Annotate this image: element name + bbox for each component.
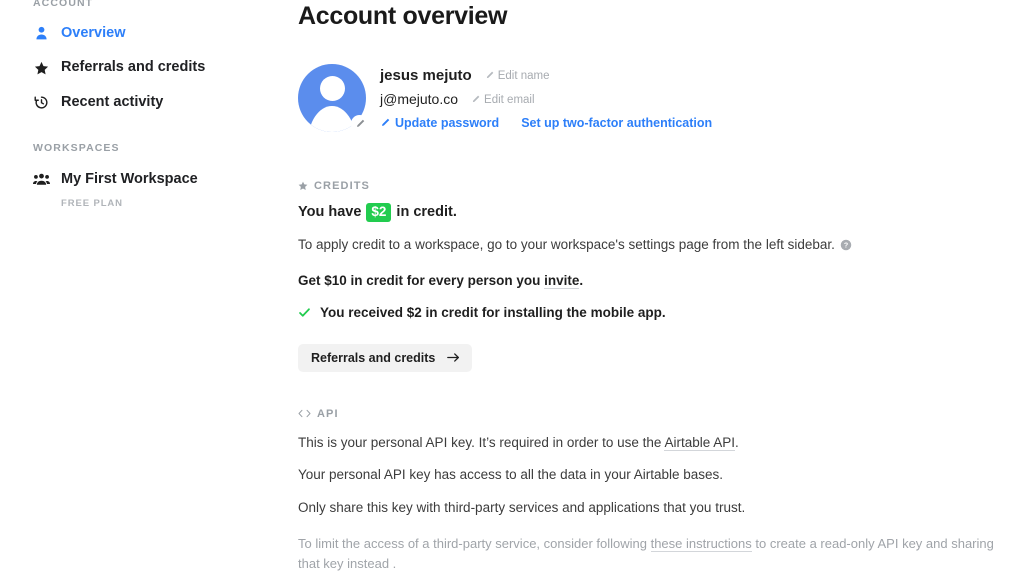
star-icon: [33, 60, 50, 77]
sidebar-item-my-first-workspace[interactable]: My First Workspace: [0, 166, 290, 193]
these-instructions-link[interactable]: these instructions: [650, 536, 752, 553]
mobile-app-credit-line: You received $2 in credit for installing…: [298, 305, 1024, 320]
api-section-header: API: [298, 408, 1024, 420]
sidebar-section-label-account: ACCOUNT: [33, 0, 94, 9]
sidebar-item-label: Recent activity: [61, 93, 164, 110]
two-factor-label: Set up two-factor authentication: [521, 116, 713, 130]
api-line-1-a: This is your personal API key. It’s requ…: [298, 434, 665, 450]
profile-block: jesus mejuto Edit name j@mejuto.co Edit …: [298, 64, 1024, 132]
page-title: Account overview: [298, 2, 508, 30]
pencil-icon: [485, 71, 494, 80]
apply-credit-note: To apply credit to a workspace, go to yo…: [298, 235, 1024, 255]
credit-balance-line: You have $2 in credit.: [298, 203, 1024, 222]
edit-name-label: Edit name: [497, 69, 550, 82]
setup-two-factor-link[interactable]: Set up two-factor authentication: [521, 116, 712, 130]
edit-email-link[interactable]: Edit email: [471, 94, 535, 106]
invite-link[interactable]: invite: [544, 273, 580, 290]
people-icon: [33, 171, 50, 188]
sidebar-item-overview[interactable]: Overview: [0, 20, 290, 47]
sidebar-item-recent-activity[interactable]: Recent activity: [0, 89, 290, 116]
edit-name-link[interactable]: Edit name: [485, 69, 550, 82]
credits-label: CREDITS: [314, 180, 370, 192]
referrals-button-label: Referrals and credits: [311, 350, 436, 365]
edit-avatar-pencil-icon[interactable]: [351, 115, 368, 132]
apply-credit-text: To apply credit to a workspace, go to yo…: [298, 236, 835, 252]
update-password-label: Update password: [395, 116, 500, 130]
api-line-3: Only share this key with third-party ser…: [298, 499, 746, 515]
clock-history-icon: [33, 94, 50, 111]
user-name: jesus mejuto: [380, 67, 472, 84]
name-row: jesus mejuto Edit name: [380, 67, 712, 84]
pencil-icon: [380, 118, 390, 128]
referrals-and-credits-button[interactable]: Referrals and credits: [298, 343, 473, 372]
invite-text-a: Get $10 in credit for every person you: [298, 273, 545, 289]
api-line-2: Your personal API key has access to all …: [298, 467, 724, 483]
api-line-1: This is your personal API key. It’s requ…: [298, 433, 1024, 453]
api-line-1-b: .: [735, 434, 739, 450]
api-limit-note: To limit the access of a third-party ser…: [298, 534, 998, 573]
sidebar-item-label: Referrals and credits: [61, 59, 206, 76]
email-row: j@mejuto.co Edit email: [380, 91, 712, 107]
airtable-api-link[interactable]: Airtable API: [664, 434, 735, 451]
help-circle-icon[interactable]: ?: [840, 239, 852, 251]
sidebar-item-label: My First Workspace: [61, 171, 198, 188]
user-email: j@mejuto.co: [380, 91, 459, 107]
credit-prefix: You have: [298, 204, 362, 221]
code-brackets-icon: [298, 408, 311, 419]
avatar[interactable]: [298, 64, 368, 132]
sidebar-item-label: Overview: [61, 25, 126, 41]
credit-amount-badge: $2: [366, 203, 392, 222]
avatar-body: [308, 106, 356, 132]
mobile-app-credit-label: You received $2 in credit for installing…: [320, 304, 666, 320]
pencil-icon: [471, 95, 480, 104]
api-section: API This is your personal API key. It’s …: [298, 408, 1024, 576]
star-icon: [298, 181, 308, 191]
credits-section: CREDITS You have $2 in credit. To apply …: [298, 180, 1024, 372]
sidebar-section-label-workspaces: WORKSPACES: [33, 142, 120, 155]
api-label: API: [317, 407, 339, 420]
account-overview-page: ACCOUNT Overview Referrals and credits R…: [0, 0, 1024, 576]
invite-line: Get $10 in credit for every person you i…: [298, 271, 1024, 291]
credits-section-header: CREDITS: [298, 180, 1024, 192]
profile-info: jesus mejuto Edit name j@mejuto.co Edit …: [380, 64, 712, 132]
workspace-plan-label: FREE PLAN: [61, 197, 123, 209]
main-content: Account overview jesus mejuto Edit name …: [290, 0, 1024, 576]
account-actions-row: Update password Set up two-factor authen…: [380, 116, 712, 130]
update-password-link[interactable]: Update password: [380, 116, 499, 130]
avatar-head: [319, 76, 345, 101]
api-limit-a: To limit the access of a third-party ser…: [298, 536, 651, 552]
person-icon: [33, 25, 50, 42]
credit-suffix: in credit.: [396, 204, 457, 221]
svg-text:?: ?: [844, 242, 848, 250]
sidebar: ACCOUNT Overview Referrals and credits R…: [0, 0, 290, 576]
check-icon: [298, 306, 311, 319]
arrow-right-icon: [447, 352, 460, 363]
invite-text-b: .: [579, 273, 584, 289]
edit-email-label: Edit email: [484, 93, 535, 106]
sidebar-item-referrals-and-credits[interactable]: Referrals and credits: [0, 54, 290, 81]
